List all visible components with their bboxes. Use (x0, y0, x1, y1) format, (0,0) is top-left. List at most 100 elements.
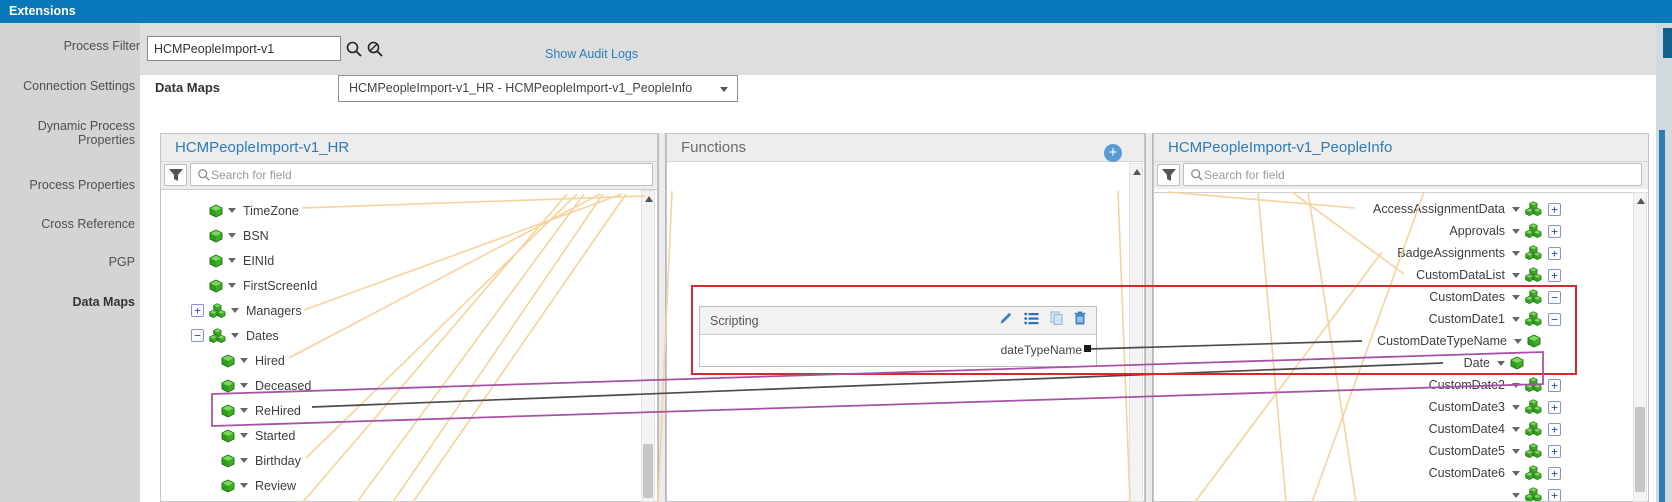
chevron-down-icon[interactable] (1512, 295, 1520, 300)
expander-plus-icon[interactable]: + (191, 304, 204, 317)
filter-icon[interactable] (164, 164, 187, 186)
expander-plus-icon[interactable]: + (1548, 401, 1561, 414)
expander-minus-icon[interactable]: − (1548, 291, 1561, 304)
chevron-down-icon[interactable] (228, 233, 236, 238)
cubes-icon (1525, 311, 1542, 327)
tree-row[interactable]: ReHired (161, 398, 657, 423)
data-maps-select[interactable]: HCMPeopleImport-v1_HR - HCMPeopleImport-… (338, 75, 738, 102)
sidebar-item-cross-reference[interactable]: Cross Reference (7, 218, 135, 232)
tree-row[interactable]: + Managers (161, 298, 657, 323)
search-icon[interactable] (345, 40, 363, 63)
chevron-down-icon[interactable] (1512, 251, 1520, 256)
tree-row[interactable]: EINId (161, 248, 657, 273)
scrollbar-thumb[interactable] (1635, 407, 1645, 492)
tree-row-label: Dates (244, 329, 281, 343)
tree-row[interactable]: CustomDate6 + (1154, 462, 1648, 484)
chevron-down-icon[interactable] (1514, 339, 1522, 344)
scroll-up-icon[interactable] (645, 196, 653, 202)
expander-plus-icon[interactable]: + (1548, 445, 1561, 458)
tree-row[interactable]: Review (161, 473, 657, 498)
chevron-down-icon[interactable] (1497, 361, 1505, 366)
tree-row[interactable]: Birthday (161, 448, 657, 473)
chevron-down-icon[interactable] (1512, 493, 1520, 498)
chevron-down-icon[interactable] (240, 408, 248, 413)
chevron-down-icon[interactable] (231, 308, 239, 313)
expander-plus-icon[interactable]: + (1548, 247, 1561, 260)
source-search-input[interactable] (211, 168, 652, 182)
tree-row[interactable]: Started (161, 423, 657, 448)
list-icon[interactable] (1024, 312, 1039, 330)
chevron-down-icon[interactable] (240, 383, 248, 388)
tree-row[interactable]: CustomDates − (1154, 286, 1648, 308)
scroll-up-icon[interactable] (1637, 198, 1645, 204)
tree-row[interactable]: BSN (161, 223, 657, 248)
tree-row[interactable]: Deceased (161, 373, 657, 398)
sidebar-item-connection-settings[interactable]: Connection Settings (7, 80, 135, 94)
expander-plus-icon[interactable]: + (1548, 225, 1561, 238)
filter-icon[interactable] (1157, 164, 1180, 186)
tree-row[interactable]: FirstScreenId (161, 273, 657, 298)
show-audit-logs-link[interactable]: Show Audit Logs (545, 47, 638, 61)
edit-icon[interactable] (999, 311, 1013, 330)
chevron-down-icon[interactable] (228, 258, 236, 263)
tree-row[interactable]: Approvals + (1154, 220, 1648, 242)
chevron-down-icon[interactable] (1512, 449, 1520, 454)
target-search-input[interactable] (1204, 168, 1641, 182)
expander-plus-icon[interactable]: + (1548, 379, 1561, 392)
sidebar-item-data-maps[interactable]: Data Maps (7, 296, 135, 310)
chevron-down-icon[interactable] (1512, 427, 1520, 432)
tree-row[interactable]: + (1154, 484, 1648, 501)
page-scrollbar-thumb[interactable] (1663, 28, 1672, 58)
tree-row[interactable]: Date (1154, 352, 1648, 374)
chevron-down-icon[interactable] (1512, 273, 1520, 278)
cube-icon (221, 354, 235, 368)
functions-scrollbar[interactable] (1129, 163, 1143, 502)
delete-icon[interactable] (1074, 311, 1086, 330)
add-function-icon[interactable]: + (1104, 144, 1122, 162)
clear-search-icon[interactable] (366, 40, 384, 63)
tree-row[interactable]: CustomDate5 + (1154, 440, 1648, 462)
tree-row[interactable]: BadgeAssignments + (1154, 242, 1648, 264)
chevron-down-icon[interactable] (1512, 383, 1520, 388)
tree-row[interactable]: TimeZone (161, 198, 657, 223)
tree-row[interactable]: CustomDataList + (1154, 264, 1648, 286)
scrollbar-thumb[interactable] (643, 444, 653, 498)
chevron-down-icon[interactable] (240, 483, 248, 488)
expander-plus-icon[interactable]: + (1548, 269, 1561, 282)
source-scrollbar[interactable] (641, 190, 655, 502)
chevron-down-icon[interactable] (228, 208, 236, 213)
sidebar-item-process-properties[interactable]: Process Properties (7, 179, 135, 193)
scroll-up-icon[interactable] (1133, 169, 1141, 175)
scripting-function-box[interactable]: Scripting dateTypeName (699, 306, 1097, 367)
tree-row[interactable]: CustomDate2 + (1154, 374, 1648, 396)
chevron-down-icon[interactable] (228, 283, 236, 288)
tree-row[interactable]: AccessAssignmentData + (1154, 198, 1648, 220)
tree-row[interactable]: CustomDate4 + (1154, 418, 1648, 440)
process-filter-input[interactable] (147, 36, 341, 61)
expander-minus-icon[interactable]: − (191, 329, 204, 342)
sidebar-item-dynamic-process-properties[interactable]: Dynamic Process Properties (7, 120, 135, 147)
tree-row[interactable]: − Dates (161, 323, 657, 348)
tree-row[interactable]: CustomDate3 + (1154, 396, 1648, 418)
chevron-down-icon[interactable] (240, 458, 248, 463)
tree-row-label: CustomDate2 (1427, 378, 1507, 392)
tree-row[interactable]: CustomDateTypeName (1154, 330, 1648, 352)
expander-plus-icon[interactable]: + (1548, 467, 1561, 480)
chevron-down-icon[interactable] (1512, 229, 1520, 234)
expander-plus-icon[interactable]: + (1548, 203, 1561, 216)
chevron-down-icon[interactable] (1512, 317, 1520, 322)
chevron-down-icon[interactable] (231, 333, 239, 338)
tree-row[interactable]: CustomDate1 − (1154, 308, 1648, 330)
sidebar-item-pgp[interactable]: PGP (7, 256, 135, 270)
chevron-down-icon[interactable] (1512, 405, 1520, 410)
expander-plus-icon[interactable]: + (1548, 423, 1561, 436)
tree-row[interactable]: Hired (161, 348, 657, 373)
chevron-down-icon[interactable] (1512, 471, 1520, 476)
chevron-down-icon[interactable] (240, 358, 248, 363)
target-scrollbar[interactable] (1633, 192, 1647, 502)
chevron-down-icon[interactable] (1512, 207, 1520, 212)
expander-minus-icon[interactable]: − (1548, 313, 1561, 326)
copy-icon[interactable] (1050, 311, 1063, 330)
expander-plus-icon[interactable]: + (1548, 489, 1561, 502)
chevron-down-icon[interactable] (240, 433, 248, 438)
